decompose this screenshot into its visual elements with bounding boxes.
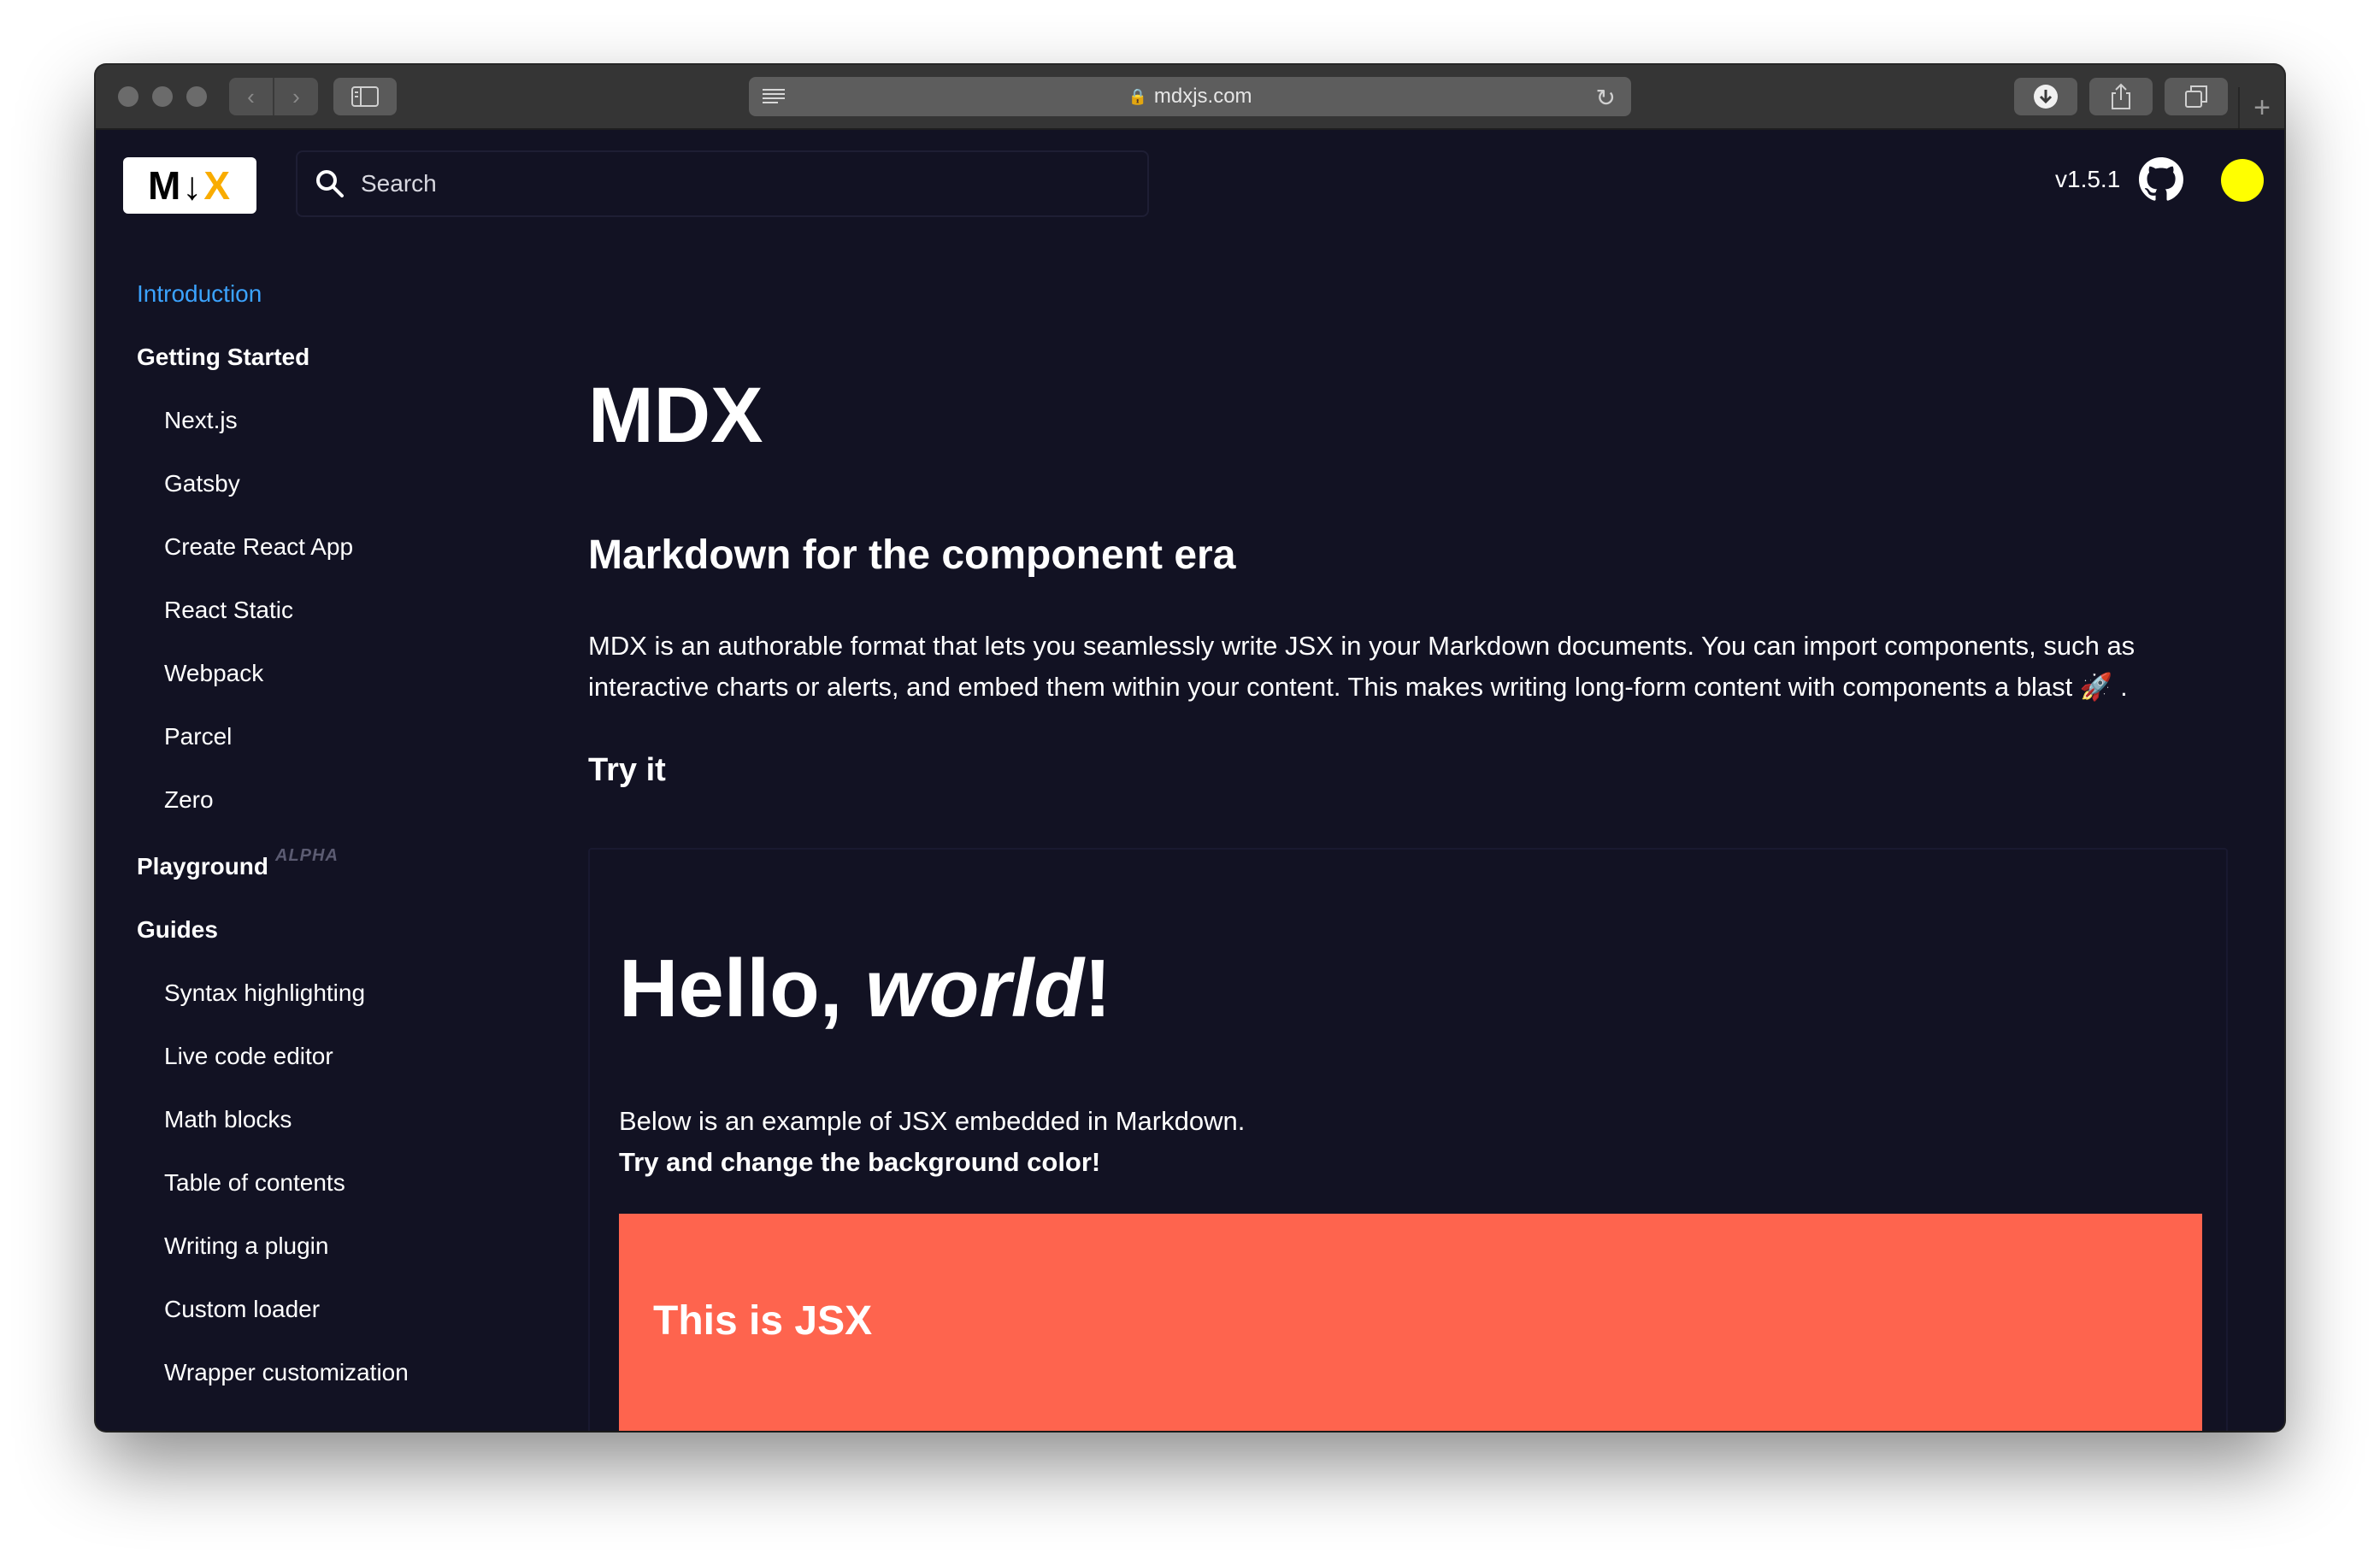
download-icon — [2034, 85, 2058, 109]
sidebar-item-math-blocks[interactable]: Math blocks — [164, 1106, 292, 1133]
tabs-overview-button[interactable] — [2165, 78, 2228, 115]
page-subtitle: Markdown for the component era — [588, 532, 1236, 578]
minimize-window-button[interactable] — [152, 86, 173, 107]
browser-toolbar: ‹ › 🔒 mdxjs.com ↻ + — [96, 65, 2284, 130]
jsx-box: This is JSX — [619, 1214, 2202, 1431]
browser-window: ‹ › 🔒 mdxjs.com ↻ + M↓ X Search v1.5.1 I… — [96, 65, 2284, 1431]
sidebar-item-create-react-app[interactable]: Create React App — [164, 533, 353, 561]
demo-text: Below is an example of JSX embedded in M… — [619, 1106, 1246, 1136]
new-tab-button[interactable]: + — [2238, 87, 2284, 128]
sidebar-item-wrapper-customization[interactable]: Wrapper customization — [164, 1359, 409, 1386]
zoom-window-button[interactable] — [186, 86, 207, 107]
history-nav: ‹ › — [229, 78, 318, 115]
page-title: MDX — [588, 372, 763, 459]
demo-heading: Hello, world! — [619, 943, 1111, 1034]
chevron-left-icon: ‹ — [247, 83, 255, 109]
reader-mode-icon[interactable] — [761, 85, 786, 108]
mdx-logo[interactable]: M↓ X — [123, 157, 256, 214]
demo-instruction: Try and change the background color! — [619, 1147, 1101, 1177]
intro-line-1: MDX is an authorable format that lets yo… — [588, 631, 2136, 661]
sidebar-item-live-code-editor[interactable]: Live code editor — [164, 1043, 333, 1070]
alpha-badge: ALPHA — [275, 846, 339, 865]
github-icon[interactable] — [2139, 157, 2183, 202]
sidebar-item-table-of-contents[interactable]: Table of contents — [164, 1169, 345, 1197]
sidebar-item-react-static[interactable]: React Static — [164, 597, 293, 624]
back-button[interactable]: ‹ — [229, 78, 274, 115]
sidebar-item-parcel[interactable]: Parcel — [164, 723, 232, 750]
sidebar-icon — [351, 86, 379, 107]
version-label[interactable]: v1.5.1 — [2055, 166, 2120, 193]
share-button[interactable] — [2089, 78, 2153, 115]
sidebar-item-gatsby[interactable]: Gatsby — [164, 470, 240, 497]
sidebar-item-custom-loader[interactable]: Custom loader — [164, 1296, 320, 1323]
reload-icon[interactable]: ↻ — [1596, 84, 1616, 112]
web-page: M↓X v1.5.1 Introduction Getting Started … — [96, 130, 2284, 1431]
share-icon — [2112, 83, 2130, 109]
theme-toggle-button[interactable] — [2221, 159, 2264, 202]
downloads-button[interactable] — [2014, 78, 2077, 115]
sidebar-item-webpack[interactable]: Webpack — [164, 660, 263, 687]
live-demo-preview[interactable]: Hello, world! Below is an example of JSX… — [588, 848, 2228, 1431]
search-box[interactable] — [296, 150, 1149, 217]
plus-icon: + — [2253, 91, 2271, 124]
jsx-box-label: This is JSX — [653, 1298, 873, 1344]
sidebar-item-introduction[interactable]: Introduction — [137, 280, 262, 308]
intro-paragraph: MDX is an authorable format that lets yo… — [588, 626, 2238, 708]
search-input[interactable] — [359, 169, 1115, 198]
address-bar[interactable]: 🔒 mdxjs.com ↻ — [749, 77, 1631, 116]
url-text: mdxjs.com — [1153, 85, 1252, 108]
search-icon — [316, 170, 344, 197]
lock-icon: 🔒 — [1128, 87, 1147, 105]
sidebar-item-playground[interactable]: Playground ALPHA — [137, 846, 339, 880]
chevron-right-icon: › — [292, 83, 300, 109]
sidebar-item-getting-started[interactable]: Getting Started — [137, 344, 309, 371]
sidebar-item-writing-a-plugin[interactable]: Writing a plugin — [164, 1232, 328, 1260]
sidebar-toggle-button[interactable] — [333, 78, 397, 115]
intro-line-2: interactive charts or alerts, and embed … — [588, 672, 2128, 702]
sidebar-item-nextjs[interactable]: Next.js — [164, 407, 238, 434]
sidebar-item-label: Playground — [137, 853, 269, 880]
sidebar-item-syntax-highlighting[interactable]: Syntax highlighting — [164, 980, 365, 1007]
sidebar-item-guides[interactable]: Guides — [137, 916, 218, 944]
forward-button[interactable]: › — [274, 78, 318, 115]
close-window-button[interactable] — [118, 86, 138, 107]
sidebar-item-zero[interactable]: Zero — [164, 786, 214, 814]
tabs-icon — [2185, 85, 2207, 108]
try-it-heading: Try it — [588, 752, 666, 788]
